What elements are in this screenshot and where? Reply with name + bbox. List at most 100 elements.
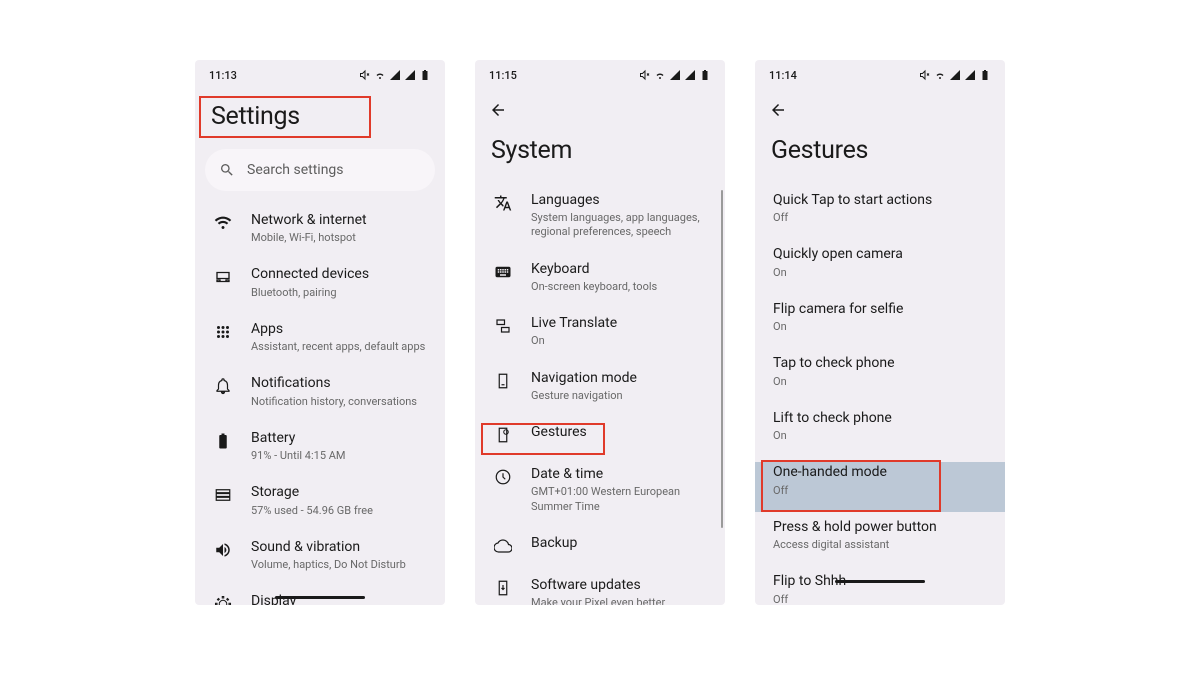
brightness-icon — [214, 595, 232, 605]
item-sub: On — [773, 375, 989, 389]
item-date-time[interactable]: Date & time GMT+01:00 Western European Su… — [475, 455, 725, 524]
toolbar — [755, 90, 1005, 130]
item-title: Quickly open camera — [773, 245, 989, 263]
wifi-icon — [214, 214, 232, 232]
item-title: Quick Tap to start actions — [773, 191, 989, 209]
live-translate-icon — [494, 317, 512, 335]
item-storage[interactable]: Storage 57% used - 54.96 GB free — [195, 473, 445, 527]
item-title: Navigation mode — [531, 369, 709, 387]
navigation-icon — [494, 372, 512, 390]
item-lift-check[interactable]: Lift to check phoneOn — [755, 399, 1005, 453]
item-sub: Make your Pixel even better — [531, 596, 709, 605]
item-title: Flip camera for selfie — [773, 300, 989, 318]
signal-icon-2 — [964, 69, 976, 81]
signal-icon — [669, 69, 681, 81]
item-keyboard[interactable]: KeyboardOn-screen keyboard, tools — [475, 250, 725, 304]
status-icons — [359, 69, 431, 81]
item-sub: Volume, haptics, Do Not Disturb — [251, 558, 429, 572]
item-sub: Notification history, conversations — [251, 395, 429, 409]
item-title: Software updates — [531, 576, 709, 594]
mute-icon — [639, 69, 651, 81]
screen-system: 11:15 System LanguagesSystem languages, … — [475, 60, 725, 605]
search-icon — [219, 162, 235, 178]
signal-icon — [389, 69, 401, 81]
item-navigation[interactable]: Navigation mode Gesture navigation — [475, 359, 725, 413]
update-icon — [494, 579, 512, 597]
item-title: Languages — [531, 191, 709, 209]
status-bar: 11:15 — [475, 60, 725, 90]
item-connected-devices[interactable]: Connected devicesBluetooth, pairing — [195, 255, 445, 309]
item-languages[interactable]: LanguagesSystem languages, app languages… — [475, 181, 725, 250]
item-power-button[interactable]: Press & hold power button Access digital … — [755, 508, 1005, 562]
cloud-icon — [494, 537, 512, 555]
screen-gestures: 11:14 Gestures Quick Tap to start action… — [755, 60, 1005, 605]
item-title: Date & time — [531, 465, 709, 483]
item-title: Live Translate — [531, 314, 709, 332]
signal-icon — [949, 69, 961, 81]
nav-handle[interactable] — [835, 580, 925, 583]
item-live-translate[interactable]: Live Translate On — [475, 304, 725, 358]
item-sub: Access digital assistant — [773, 538, 989, 552]
item-sub: 91% - Until 4:15 AM — [251, 449, 429, 463]
status-bar: 11:13 — [195, 60, 445, 90]
item-sub: Gesture navigation — [531, 389, 709, 403]
item-title: Network & internet — [251, 211, 429, 229]
item-display[interactable]: DisplayDark theme, font size, brightness — [195, 582, 445, 605]
item-sub: Mobile, Wi-Fi, hotspot — [251, 231, 429, 245]
status-icons — [639, 69, 711, 81]
item-sub: Off — [773, 211, 989, 225]
scrollbar[interactable] — [721, 190, 723, 528]
item-sub: 57% used - 54.96 GB free — [251, 504, 429, 518]
item-sub: Off — [773, 484, 989, 498]
item-title: Notifications — [251, 374, 429, 392]
item-sub: Off — [773, 593, 989, 605]
battery-icon — [979, 69, 991, 81]
keyboard-icon — [494, 263, 512, 281]
item-battery[interactable]: Battery91% - Until 4:15 AM — [195, 419, 445, 473]
item-title: Connected devices — [251, 265, 429, 283]
gesture-icon — [494, 426, 512, 444]
item-sound[interactable]: Sound & vibrationVolume, haptics, Do Not… — [195, 528, 445, 582]
mute-icon — [359, 69, 371, 81]
item-flip-shhh[interactable]: Flip to ShhhOff — [755, 562, 1005, 605]
item-sub: GMT+01:00 Western European Summer Time — [531, 485, 709, 514]
item-open-camera[interactable]: Quickly open camera On — [755, 235, 1005, 289]
translate-icon — [494, 194, 512, 212]
devices-icon — [214, 268, 232, 286]
item-title: Storage — [251, 483, 429, 501]
item-title: Gestures — [531, 423, 709, 441]
item-backup[interactable]: Backup — [475, 524, 725, 566]
storage-icon — [214, 486, 232, 504]
page-title: Settings — [195, 90, 445, 149]
item-notifications[interactable]: Notifications Notification history, conve… — [195, 364, 445, 418]
nav-handle[interactable] — [275, 596, 365, 599]
item-network[interactable]: Network & internet Mobile, Wi-Fi, hotspot — [195, 201, 445, 255]
screen-settings: 11:13 Settings Search settings Network &… — [195, 60, 445, 605]
item-software-updates[interactable]: Software updates Make your Pixel even bet… — [475, 566, 725, 605]
status-bar: 11:14 — [755, 60, 1005, 90]
item-flip-camera[interactable]: Flip camera for selfieOn — [755, 290, 1005, 344]
back-button[interactable] — [769, 101, 787, 119]
item-title: One-handed mode — [773, 463, 989, 481]
item-sub: On — [773, 266, 989, 280]
item-sub: On — [531, 334, 709, 348]
item-sub: On-screen keyboard, tools — [531, 280, 709, 294]
pixel-link[interactable]: Pixel even better — [585, 596, 666, 605]
back-button[interactable] — [489, 101, 507, 119]
item-title: Press & hold power button — [773, 518, 989, 536]
item-quick-tap[interactable]: Quick Tap to start actions Off — [755, 181, 1005, 235]
item-apps[interactable]: AppsAssistant, recent apps, default apps — [195, 310, 445, 364]
wifi-icon — [654, 69, 666, 81]
signal-icon-2 — [404, 69, 416, 81]
mute-icon — [919, 69, 931, 81]
item-sub: On — [773, 429, 989, 443]
item-one-handed[interactable]: One-handed mode Off — [755, 453, 1005, 507]
item-gestures[interactable]: Gestures — [475, 413, 725, 455]
item-tap-check[interactable]: Tap to check phoneOn — [755, 344, 1005, 398]
battery-icon — [419, 69, 431, 81]
wifi-icon — [934, 69, 946, 81]
toolbar — [475, 90, 725, 130]
search-placeholder: Search settings — [247, 162, 344, 178]
search-input[interactable]: Search settings — [205, 149, 435, 191]
battery-icon — [214, 432, 232, 450]
